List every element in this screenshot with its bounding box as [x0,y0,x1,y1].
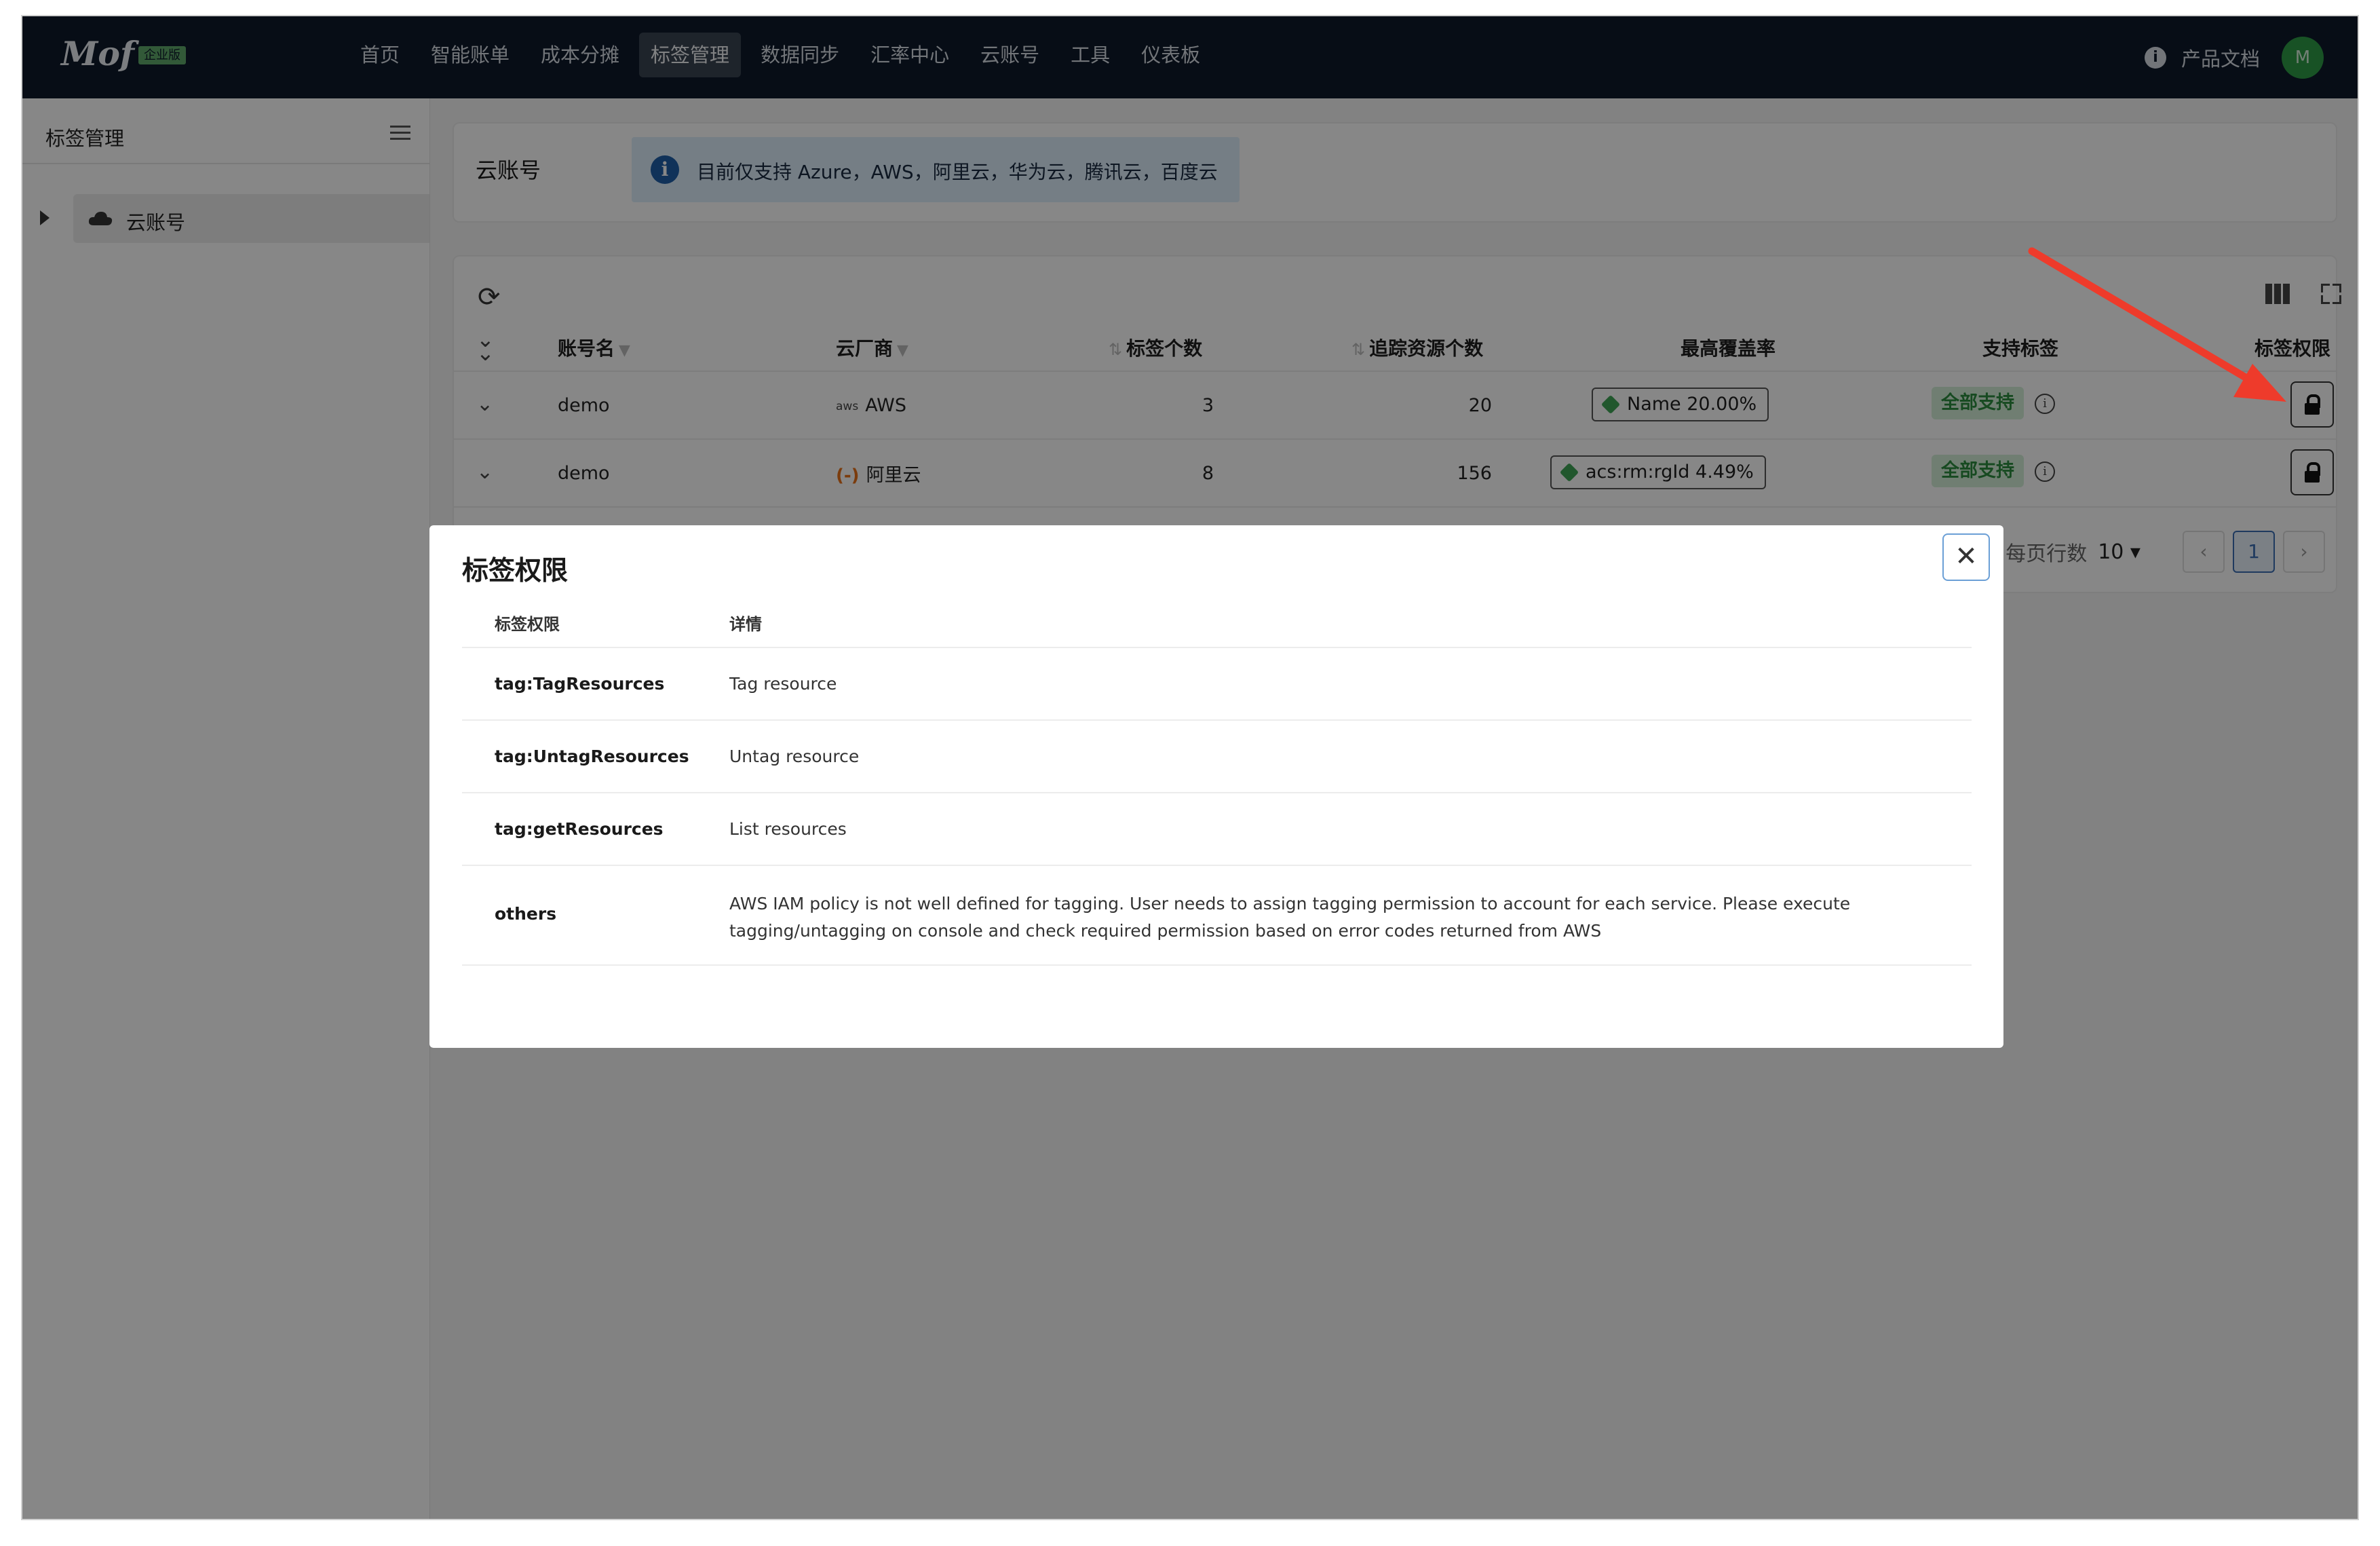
close-icon[interactable]: ✕ [1942,533,1990,581]
dialog-title: 标签权限 [462,556,569,586]
head-permission: 标签权限 [495,615,560,634]
table-row: others AWS IAM policy is not well define… [462,866,1972,966]
permission-table: 标签权限 详情 tag:TagResources Tag resource ta… [462,590,1972,966]
table-row: tag:getResources List resources [462,793,1972,866]
permission-name: tag:UntagResources [495,747,689,766]
table-row: tag:UntagResources Untag resource [462,721,1972,793]
app-window: Mof 企业版 首页 智能账单 成本分摊 标签管理 数据同步 汇率中心 云账号 … [22,16,2358,1519]
head-detail: 详情 [729,615,762,634]
permission-detail: Untag resource [729,747,860,766]
table-row: tag:TagResources Tag resource [462,648,1972,721]
permission-name: others [495,904,557,924]
tag-permission-dialog: 标签权限 ✕ 标签权限 详情 tag:TagResources Tag reso… [429,525,2003,1048]
permission-detail: AWS IAM policy is not well defined for t… [729,894,1851,941]
permission-name: tag:TagResources [495,674,665,694]
permission-table-header: 标签权限 详情 [462,590,1972,648]
permission-detail: List resources [729,819,847,839]
permission-detail: Tag resource [729,674,837,694]
permission-name: tag:getResources [495,819,664,839]
